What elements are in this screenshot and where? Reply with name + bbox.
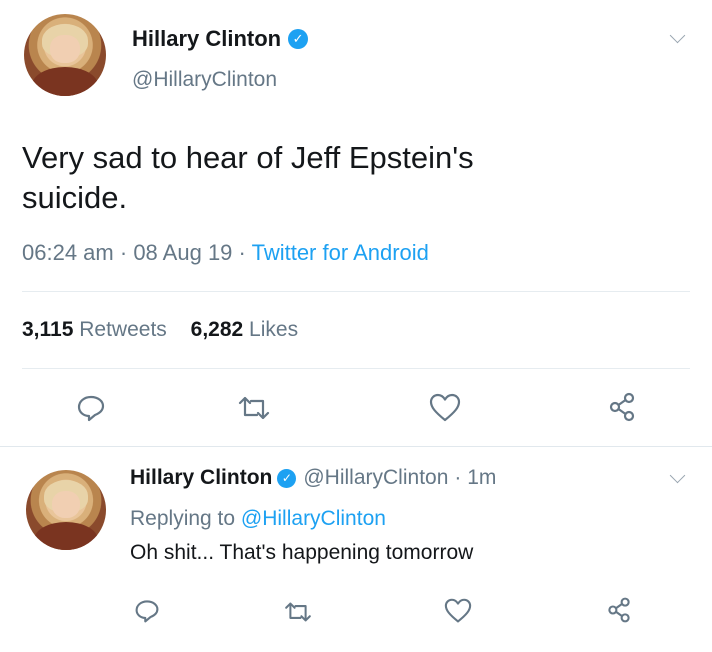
avatar-coat xyxy=(34,522,98,550)
retweet-icon[interactable] xyxy=(283,601,313,623)
chevron-down-icon[interactable] xyxy=(669,27,686,44)
share-icon[interactable] xyxy=(605,596,633,624)
meta-separator-1: · xyxy=(119,240,128,265)
verified-icon: ✓ xyxy=(277,468,297,488)
tweet-time: 06:24 am xyxy=(22,240,114,265)
tweet-date: 08 Aug 19 xyxy=(133,240,233,265)
meta-separator-2: · xyxy=(238,240,246,265)
chevron-down-icon[interactable] xyxy=(669,467,686,484)
tweet-text: Very sad to hear of Jeff Epstein's suici… xyxy=(22,138,474,218)
likes-stat[interactable]: 6,282 Likes xyxy=(191,318,298,341)
likes-label: Likes xyxy=(249,318,299,341)
reply-icon[interactable] xyxy=(134,598,160,624)
reply-age: · 1m xyxy=(454,466,497,489)
tweet-text-line-2: suicide. xyxy=(22,180,128,215)
likes-count: 6,282 xyxy=(190,318,244,341)
tweet-separator xyxy=(0,446,712,447)
author-row: Hillary Clinton ✓ xyxy=(132,26,309,52)
tweet-text-line-1: Very sad to hear of Jeff Epstein's xyxy=(22,140,474,175)
avatar[interactable] xyxy=(26,470,106,550)
reply-text: Oh shit... That's happening tomorrow xyxy=(130,541,474,564)
reply-author-handle[interactable]: @HillaryClinton xyxy=(303,466,448,490)
reply-author-row: Hillary Clinton ✓ @HillaryClinton · 1m xyxy=(130,466,496,490)
verified-icon: ✓ xyxy=(288,29,309,49)
retweet-icon[interactable] xyxy=(237,395,271,421)
divider xyxy=(22,291,690,292)
share-icon[interactable] xyxy=(606,391,638,423)
tweet-stats: 3,115 Retweets 6,282 Likes xyxy=(22,318,298,342)
main-tweet: Hillary Clinton ✓ @HillaryClinton Very s… xyxy=(0,0,712,446)
avatar-face xyxy=(51,490,81,518)
avatar-face xyxy=(50,35,80,64)
replying-handle-link[interactable]: @HillaryClinton xyxy=(241,507,386,530)
like-icon[interactable] xyxy=(444,598,472,624)
tweet-meta: 06:24 am · 08 Aug 19 · Twitter for Andro… xyxy=(22,240,429,266)
avatar[interactable] xyxy=(24,14,106,96)
retweets-count: 3,115 xyxy=(22,318,74,341)
reply-author-name[interactable]: Hillary Clinton xyxy=(130,466,272,490)
divider xyxy=(22,368,690,369)
retweets-label: Retweets xyxy=(79,318,167,341)
avatar-coat xyxy=(32,67,98,96)
author-name[interactable]: Hillary Clinton xyxy=(132,26,281,52)
replying-prefix: Replying to xyxy=(130,507,236,530)
like-icon[interactable] xyxy=(429,393,461,423)
reply-icon[interactable] xyxy=(76,393,106,423)
replying-to: Replying to @HillaryClinton xyxy=(130,507,386,531)
author-handle[interactable]: @HillaryClinton xyxy=(132,68,277,92)
retweets-stat[interactable]: 3,115 Retweets xyxy=(22,318,173,341)
tweet-source[interactable]: Twitter for Android xyxy=(252,240,429,265)
